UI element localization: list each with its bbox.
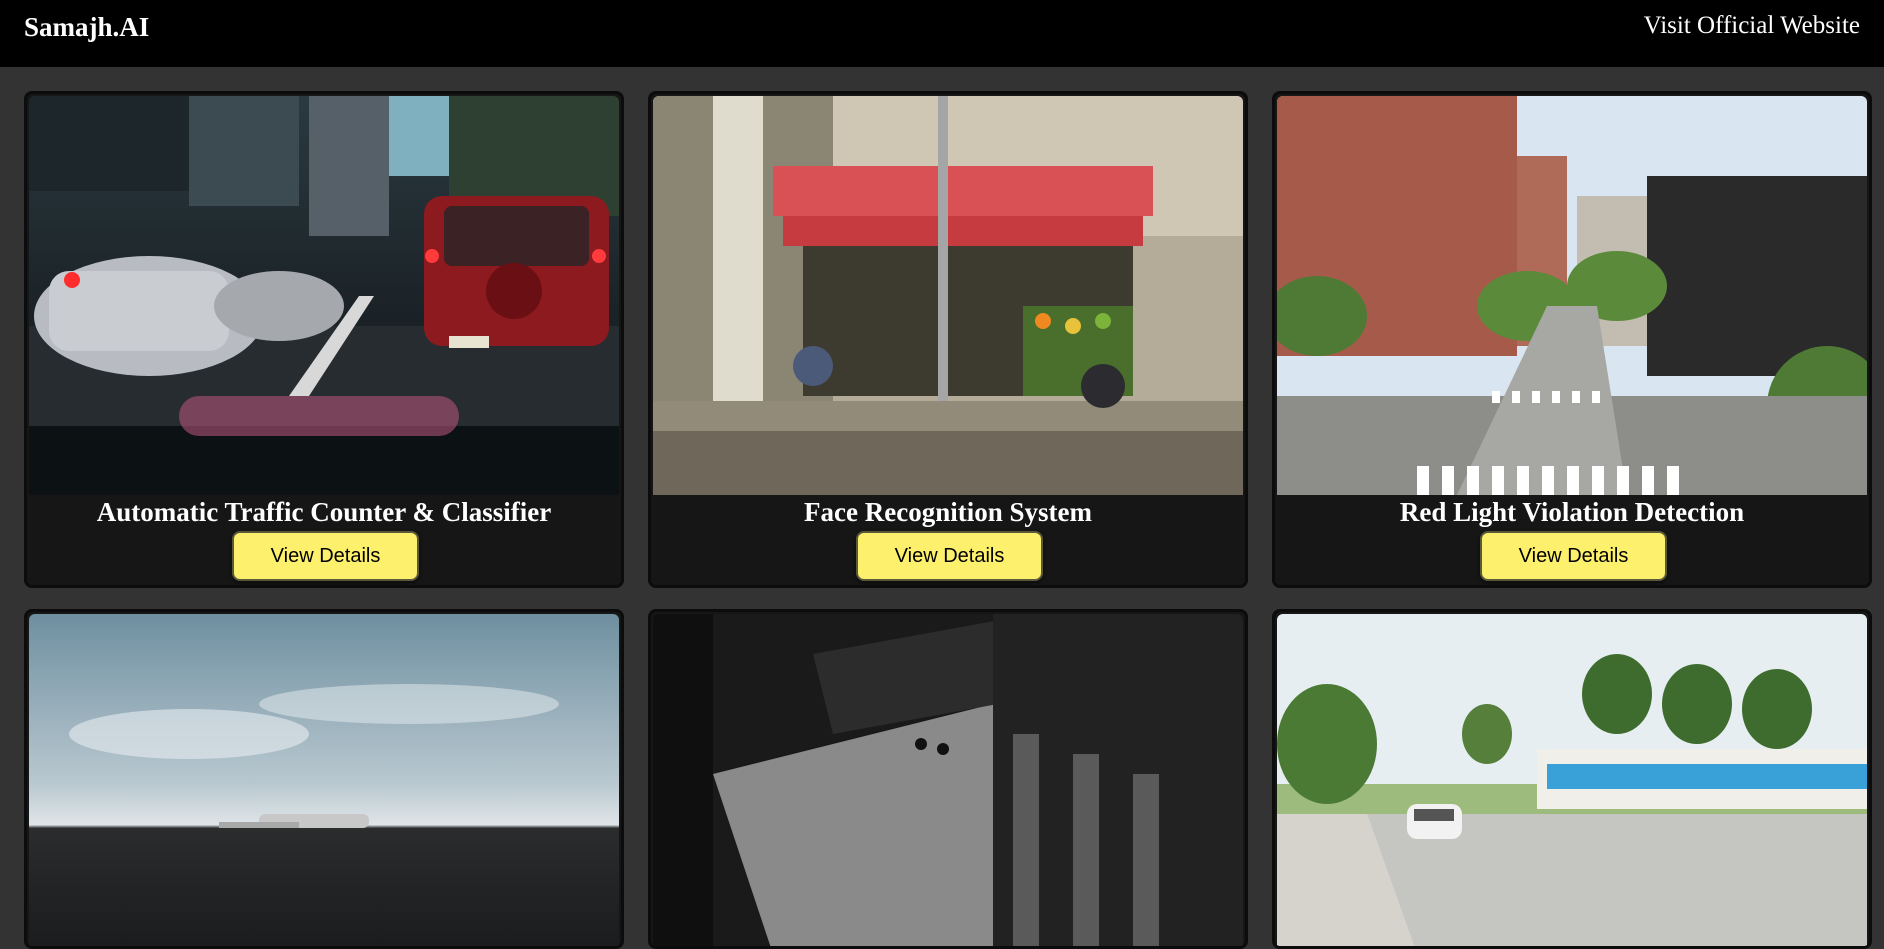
card-title: Automatic Traffic Counter & Classifier xyxy=(96,497,552,527)
card-title: Red Light Violation Detection xyxy=(1399,497,1745,527)
project-card xyxy=(1272,609,1872,949)
project-card: Face Recognition System View Details xyxy=(648,91,1248,588)
project-card: Automatic Traffic Counter & Classifier V… xyxy=(24,91,624,588)
top-navbar: Samajh.AI Visit Official Website xyxy=(0,0,1884,67)
project-card xyxy=(648,609,1248,949)
card-image-market xyxy=(653,96,1243,495)
card-image-crosswalk xyxy=(1277,96,1867,495)
card-title: Face Recognition System xyxy=(804,497,1092,527)
card-image-courtyard xyxy=(653,614,1243,946)
card-image-traffic xyxy=(29,96,619,495)
card-image-suburban-road xyxy=(1277,614,1867,946)
view-details-button[interactable]: View Details xyxy=(232,531,419,581)
visit-official-website-link[interactable]: Visit Official Website xyxy=(1644,12,1860,40)
project-card xyxy=(24,609,624,949)
view-details-button[interactable]: View Details xyxy=(1480,531,1667,581)
card-image-plane-wreck xyxy=(29,614,619,946)
view-details-button[interactable]: View Details xyxy=(856,531,1043,581)
project-card: Red Light Violation Detection View Detai… xyxy=(1272,91,1872,588)
brand-logo[interactable]: Samajh.AI xyxy=(24,12,149,43)
